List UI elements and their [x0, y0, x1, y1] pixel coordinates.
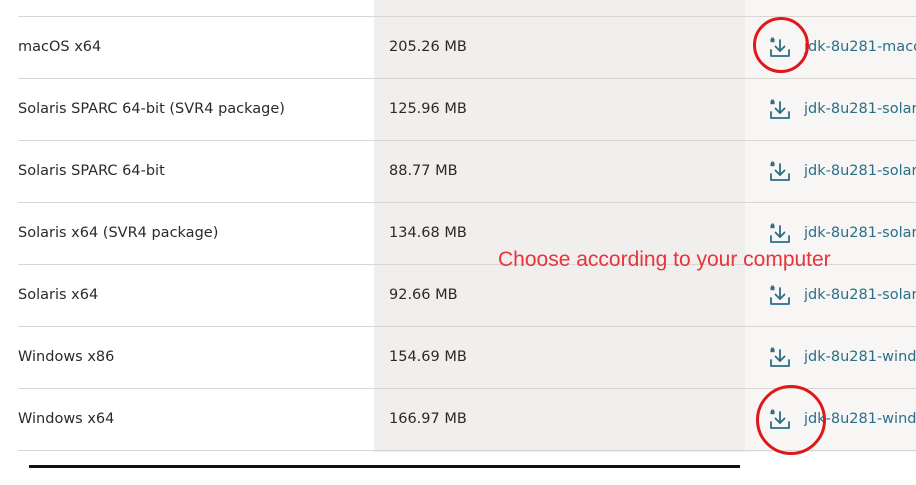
download-icon[interactable] — [768, 346, 792, 370]
download-link[interactable]: jdk-8u281-solaris-sparcv9.tar.gz — [804, 141, 916, 202]
platform-cell: Windows x86 — [18, 349, 115, 365]
download-icon[interactable] — [768, 160, 792, 184]
download-link[interactable]: jdk-8u281-macosx-x64.dmg — [804, 17, 916, 78]
platform-cell: Solaris SPARC 64-bit (SVR4 package) — [18, 101, 285, 117]
size-cell: 154.69 MB — [389, 349, 467, 365]
download-link[interactable]: jdk-8u281-solaris-x64.tar.gz — [804, 265, 916, 326]
download-page: macOS x64 205.26 MB jdk-8u281-macosx-x64… — [0, 0, 916, 485]
platform-cell: Solaris SPARC 64-bit — [18, 163, 165, 179]
download-link[interactable]: jdk-8u281-windows-i586.exe — [804, 327, 916, 388]
table-row: Windows x86 154.69 MB jdk-8u281-windows-… — [18, 327, 916, 389]
download-link[interactable]: jdk-8u281-solaris-sparcv9.tar.Z — [804, 79, 916, 140]
size-cell: 166.97 MB — [389, 411, 467, 427]
platform-cell: Windows x64 — [18, 411, 115, 427]
highlight-circle-windows — [756, 385, 826, 455]
download-icon[interactable] — [768, 284, 792, 308]
download-icon[interactable] — [768, 222, 792, 246]
highlight-circle-macos — [753, 17, 809, 73]
bottom-divider — [29, 465, 740, 468]
table-row: Solaris x64 92.66 MB jdk-8u281-solaris-x… — [18, 265, 916, 327]
size-cell: 88.77 MB — [389, 163, 458, 179]
size-cell: 125.96 MB — [389, 101, 467, 117]
table-row-top-partial — [18, 0, 916, 17]
platform-cell: Solaris x64 — [18, 287, 99, 303]
annotation-text: Choose according to your computer — [498, 248, 831, 271]
platform-cell: macOS x64 — [18, 39, 102, 55]
table-row: Solaris SPARC 64-bit (SVR4 package) 125.… — [18, 79, 916, 141]
table-row: Solaris SPARC 64-bit 88.77 MB jdk-8u281-… — [18, 141, 916, 203]
size-cell: 205.26 MB — [389, 39, 467, 55]
size-cell: 92.66 MB — [389, 287, 458, 303]
download-icon[interactable] — [768, 98, 792, 122]
platform-cell: Solaris x64 (SVR4 package) — [18, 225, 219, 241]
